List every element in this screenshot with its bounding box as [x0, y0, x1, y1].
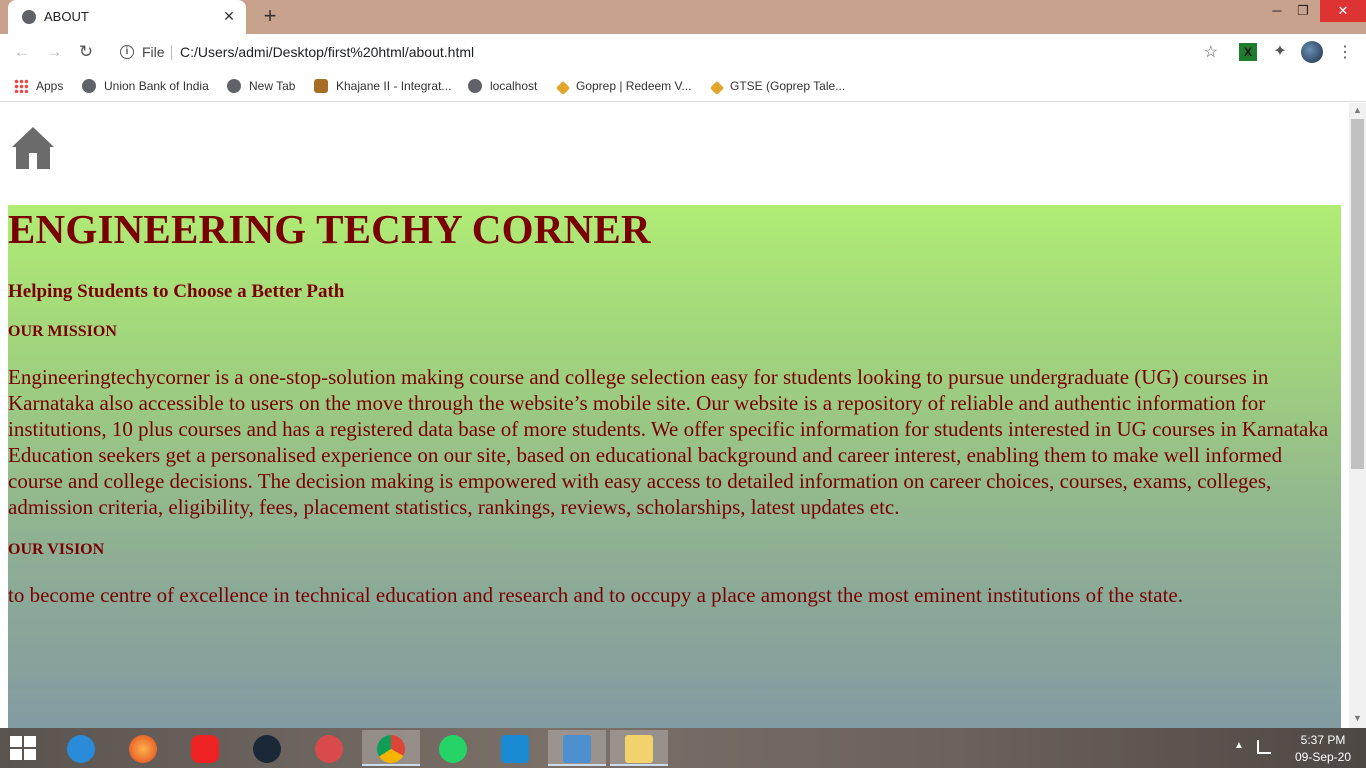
red-app-icon[interactable]	[176, 730, 234, 766]
page-viewport: ENGINEERING TECHY CORNER Helping Student…	[0, 103, 1341, 728]
bookmark-apps[interactable]: Apps	[14, 76, 63, 96]
page-title: ENGINEERING TECHY CORNER	[8, 206, 651, 252]
profile-avatar[interactable]	[1301, 41, 1323, 63]
steam-icon[interactable]	[238, 730, 296, 766]
tagline: Helping Students to Choose a Better Path	[8, 281, 345, 302]
about-section: ENGINEERING TECHY CORNER Helping Student…	[8, 205, 1341, 728]
bookmark-khajane[interactable]: Khajane II - Integrat...	[314, 76, 451, 96]
address-bar[interactable]: i File C:/Users/admi/Desktop/first%20htm…	[108, 39, 1226, 65]
bookmarks-bar: Apps Union Bank of India New Tab Khajane…	[0, 70, 1366, 102]
scheme-label: File	[142, 44, 165, 60]
close-icon[interactable]: ✕	[220, 7, 238, 25]
browser-toolbar: ← → ↻ i File C:/Users/admi/Desktop/first…	[0, 34, 1366, 70]
mission-heading: OUR MISSION	[8, 323, 117, 340]
back-button[interactable]: ←	[11, 41, 33, 63]
mission-paragraph: Engineeringtechycorner is a one-stop-sol…	[8, 365, 1329, 519]
globe-icon	[22, 10, 36, 24]
vision-paragraph: to become centre of excellence in techni…	[8, 583, 1183, 607]
whatsapp-icon[interactable]	[424, 730, 482, 766]
new-tab-button[interactable]: +	[258, 4, 282, 28]
clock-date: 09-Sep-20	[1294, 750, 1352, 764]
tab-title: ABOUT	[44, 9, 89, 24]
bookmark-new-tab[interactable]: New Tab	[227, 76, 295, 96]
restore-button[interactable]: ❐	[1288, 0, 1318, 22]
goprep-icon	[709, 80, 725, 96]
globe-icon	[468, 79, 482, 93]
internet-explorer-icon[interactable]	[52, 730, 110, 766]
bookmark-gtse[interactable]: GTSE (Goprep Tale...	[709, 76, 845, 96]
forward-button[interactable]: →	[43, 41, 65, 63]
bookmark-goprep-redeem[interactable]: Goprep | Redeem V...	[555, 76, 691, 96]
emblem-icon	[314, 79, 328, 93]
chrome-icon[interactable]	[362, 730, 420, 766]
window-close-button[interactable]: ✕	[1320, 0, 1366, 22]
goprep-icon	[555, 80, 571, 96]
file-explorer-icon[interactable]	[610, 730, 668, 766]
extensions-puzzle-icon[interactable]: ✦	[1271, 43, 1289, 61]
info-icon[interactable]: i	[120, 45, 134, 59]
vscode-icon[interactable]	[486, 730, 544, 766]
tray-chevron-icon[interactable]: ▲	[1234, 740, 1244, 751]
page-scrollbar[interactable]: ▲ ▼	[1349, 103, 1366, 728]
scroll-up-arrow-icon[interactable]: ▲	[1353, 105, 1362, 115]
green-extension-icon[interactable]: X	[1239, 43, 1257, 61]
bookmark-union-bank[interactable]: Union Bank of India	[82, 76, 209, 96]
clock-time: 5:37 PM	[1300, 733, 1346, 747]
url-text[interactable]: C:/Users/admi/Desktop/first%20html/about…	[180, 44, 474, 60]
vision-heading: OUR VISION	[8, 541, 105, 558]
browser-menu-icon[interactable]: ⋮	[1337, 42, 1353, 62]
snipping-tool-icon[interactable]	[300, 730, 358, 766]
tab-about[interactable]: ABOUT ✕	[8, 0, 246, 34]
windows-taskbar: ▲ 5:37 PM 09-Sep-20	[0, 728, 1366, 768]
globe-icon	[227, 79, 241, 93]
firefox-icon[interactable]	[114, 730, 172, 766]
control-panel-icon[interactable]	[548, 730, 606, 766]
bookmark-localhost[interactable]: localhost	[468, 76, 537, 96]
globe-icon	[82, 79, 96, 93]
browser-titlebar: ABOUT ✕ + ─ ❐ ✕	[0, 0, 1366, 34]
scrollbar-thumb[interactable]	[1351, 119, 1364, 469]
apps-grid-icon	[14, 79, 28, 93]
scroll-down-arrow-icon[interactable]: ▼	[1353, 713, 1362, 723]
taskbar-clock[interactable]: 5:37 PM 09-Sep-20	[1288, 732, 1358, 766]
bookmark-star-icon[interactable]: ☆	[1204, 42, 1218, 62]
home-icon[interactable]	[10, 125, 56, 171]
omnibox-divider	[171, 45, 172, 60]
start-button[interactable]	[10, 736, 38, 762]
reload-button[interactable]: ↻	[75, 41, 97, 63]
network-icon[interactable]	[1257, 740, 1271, 754]
